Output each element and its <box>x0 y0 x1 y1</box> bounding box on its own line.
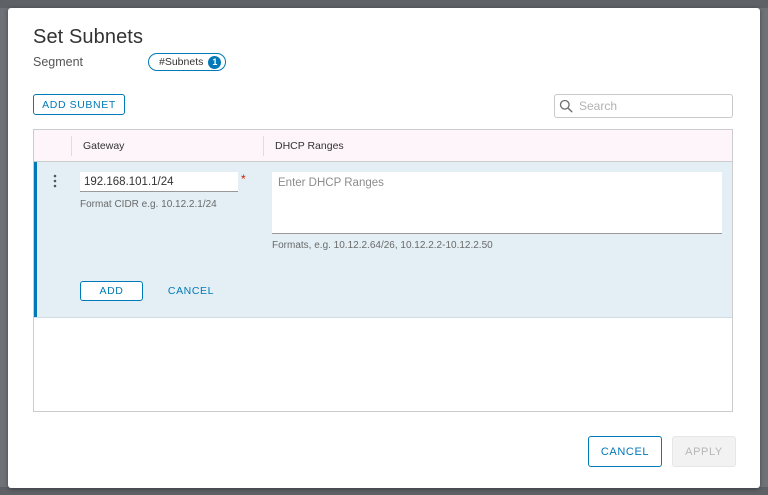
modal-backdrop-top <box>0 0 768 8</box>
segment-label: Segment <box>33 55 84 69</box>
modal-backdrop-bottom <box>0 487 768 495</box>
dhcp-ranges-input[interactable] <box>272 172 722 234</box>
column-header-gateway[interactable]: Gateway <box>83 140 124 152</box>
dhcp-format-hint: Formats, e.g. 10.12.2.64/26, 10.12.2.2-1… <box>272 240 493 251</box>
add-subnet-button[interactable]: ADD SUBNET <box>33 94 125 115</box>
apply-button[interactable]: APPLY <box>672 436 736 467</box>
column-header-dhcp-ranges[interactable]: DHCP Ranges <box>275 140 344 152</box>
column-separator <box>263 136 264 156</box>
gateway-input[interactable] <box>80 172 238 192</box>
subnets-count-badge: 1 <box>208 55 222 69</box>
search-box[interactable] <box>554 94 733 118</box>
required-marker: * <box>241 172 246 186</box>
cancel-button[interactable]: CANCEL <box>588 436 662 467</box>
subnets-chip-label: #Subnets <box>159 56 204 68</box>
row-add-button[interactable]: ADD <box>80 281 143 301</box>
search-input[interactable] <box>579 99 719 113</box>
vertical-ellipsis-icon[interactable] <box>50 172 60 190</box>
column-separator <box>71 136 72 156</box>
gateway-format-hint: Format CIDR e.g. 10.12.2.1/24 <box>80 199 217 210</box>
dialog-title: Set Subnets <box>33 26 144 48</box>
grid-header: Gateway DHCP Ranges <box>34 130 732 162</box>
set-subnets-dialog: Set Subnets Segment #Subnets 1 ADD SUBNE… <box>8 8 760 488</box>
subnets-grid: Gateway DHCP Ranges * Format CIDR e.g. 1… <box>33 129 733 412</box>
table-row-edit: * Format CIDR e.g. 10.12.2.1/24 Formats,… <box>34 162 732 318</box>
row-active-indicator <box>34 162 37 317</box>
search-icon <box>559 99 573 113</box>
row-cancel-button[interactable]: CANCEL <box>161 281 221 301</box>
subnets-count-chip[interactable]: #Subnets 1 <box>148 53 227 71</box>
